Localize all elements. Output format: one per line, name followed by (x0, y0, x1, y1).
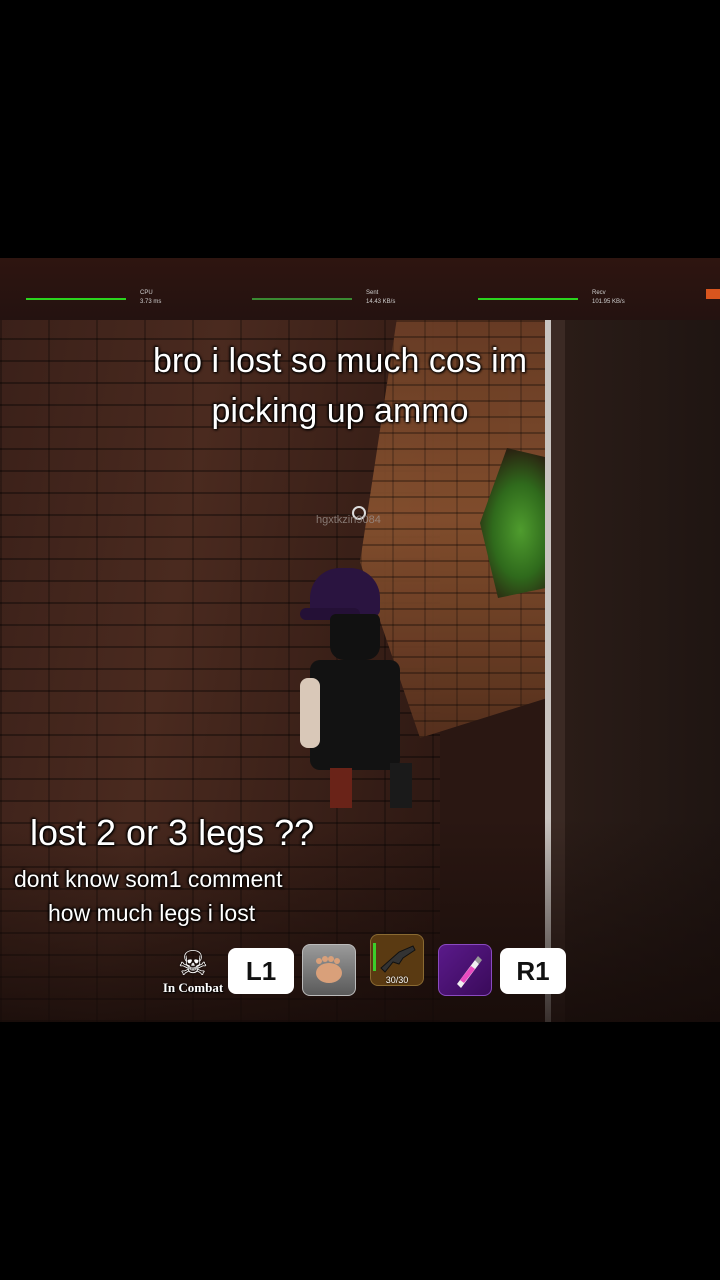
hotbar: ☠ In Combat L1 30/30 R1 (0, 934, 720, 1004)
ammo-count: 30/30 (385, 975, 409, 985)
caption-top-line2: picking up ammo (211, 392, 469, 430)
stat-label: Sent (366, 290, 379, 296)
stat-value: 14.43 KB/s (366, 299, 396, 305)
stat-cpu: CPU 3.73 ms (26, 290, 161, 306)
stat-value: 3.73 ms (140, 299, 162, 305)
caption-legs: lost 2 or 3 legs ?? (30, 812, 315, 853)
caption-line2: how much legs i lost (48, 900, 256, 926)
performance-stats-bar: CPU 3.73 ms Sent 14.43 KB/s Recv 101.95 … (0, 258, 720, 320)
stat-bar (26, 298, 126, 300)
caption-top-line1: bro i lost so much cos im (152, 342, 528, 380)
in-combat-label: In Combat (162, 980, 224, 995)
letterbox-bottom (0, 1022, 720, 1280)
arm (300, 678, 320, 748)
stat-indicator (706, 289, 720, 299)
skull-crossbones-icon: ☠ (177, 945, 209, 983)
caption-line1: dont know som1 comment (14, 866, 283, 892)
game-viewport[interactable]: CPU 3.73 ms Sent 14.43 KB/s Recv 101.95 … (0, 258, 720, 1022)
hotbar-slot-bottle[interactable] (438, 944, 492, 996)
letterbox-top (0, 0, 720, 258)
hotbar-slot-foot[interactable] (302, 944, 356, 996)
l1-button[interactable]: L1 (228, 948, 294, 994)
hotbar-slot-rifle[interactable]: 30/30 (370, 934, 424, 986)
stat-sent: Sent 14.43 KB/s (252, 290, 412, 306)
in-combat-indicator: ☠ In Combat (158, 946, 228, 1000)
rifle-icon (380, 945, 416, 973)
foot-icon (316, 956, 342, 983)
bottle-icon (457, 956, 482, 988)
ammo-bar (373, 943, 376, 971)
stat-value: 101.95 KB/s (592, 299, 625, 305)
r1-button[interactable]: R1 (500, 948, 566, 994)
hair (330, 614, 380, 660)
stat-recv: Recv 101.95 KB/s (478, 290, 648, 306)
stat-bar (252, 298, 352, 300)
player-avatar[interactable] (300, 568, 440, 828)
leg-right (390, 763, 412, 808)
torso (310, 660, 400, 770)
caption-top: bro i lost so much cos im picking up amm… (100, 336, 580, 436)
stat-label: Recv (592, 290, 606, 296)
stat-bar (478, 298, 578, 300)
leg-left (330, 768, 352, 808)
player-nametag: hgxtkzin9084 (316, 514, 381, 526)
stat-label: CPU (140, 290, 153, 296)
